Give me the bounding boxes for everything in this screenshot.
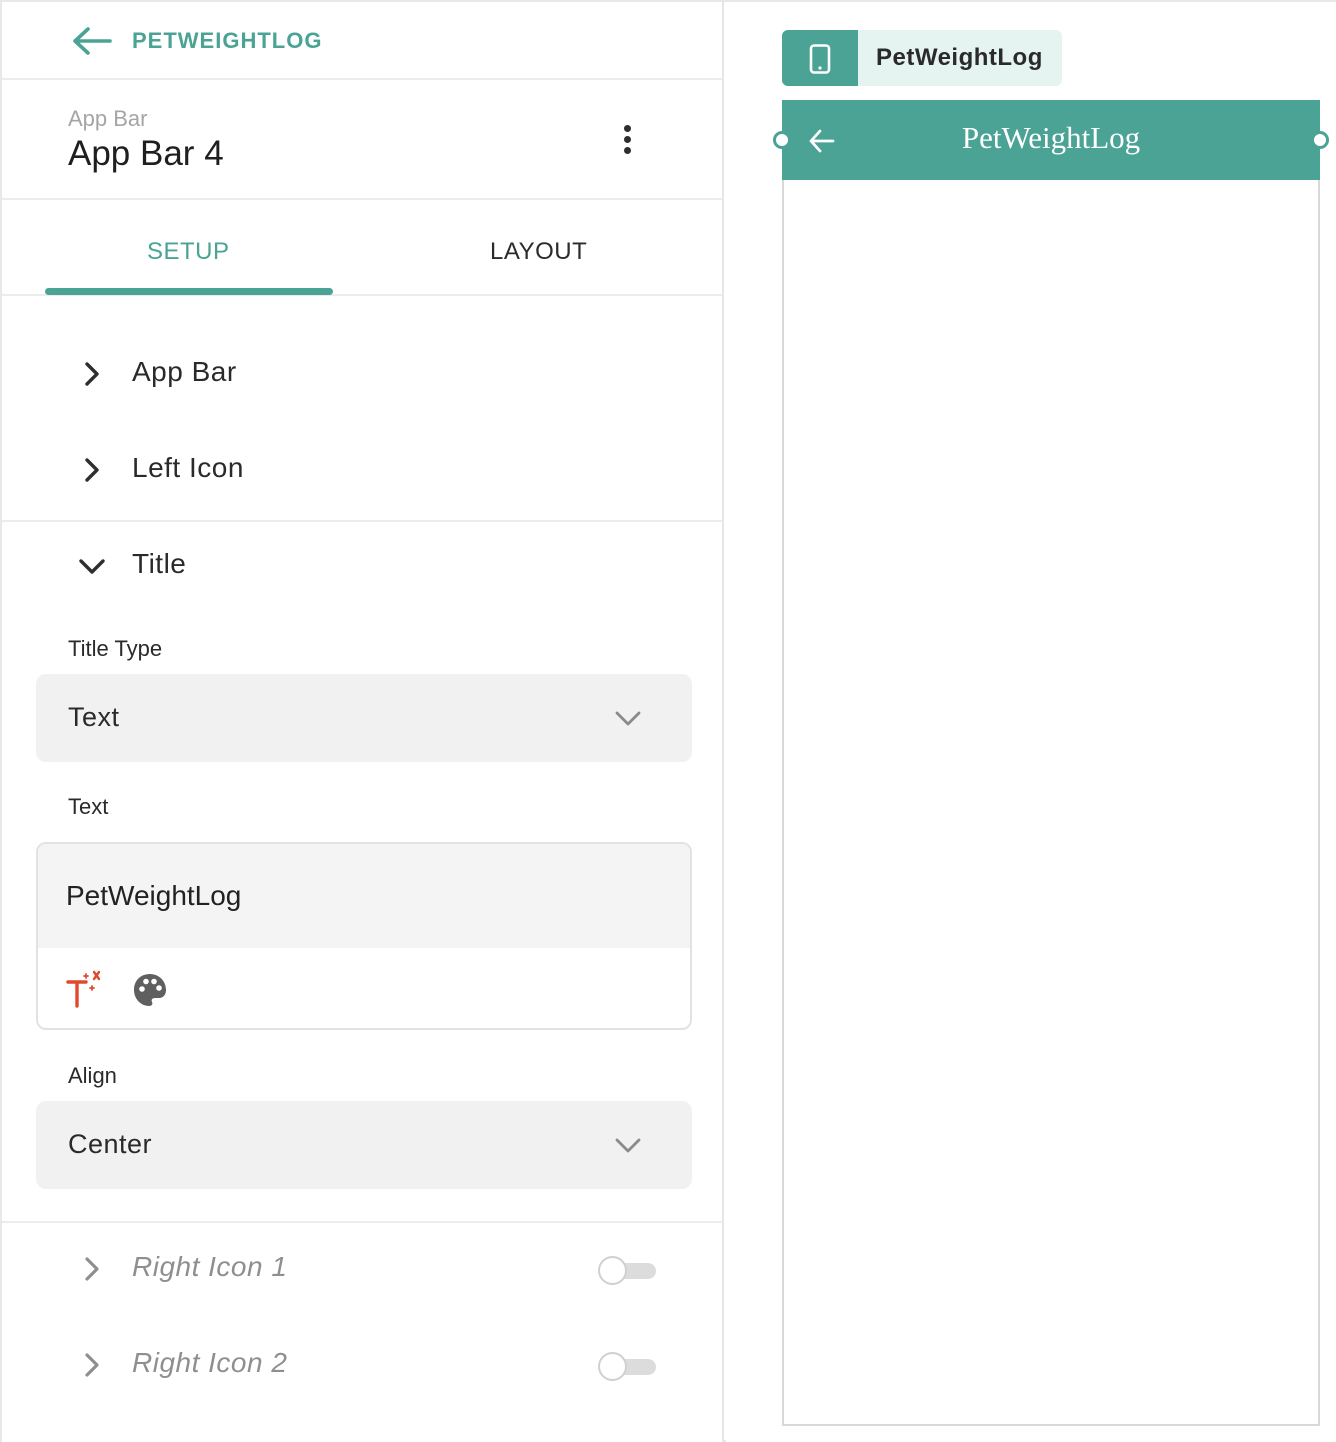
preview-app-bar-title: PetWeightLog: [961, 120, 1141, 155]
widget-name: App Bar 4: [68, 134, 224, 173]
chevron-right-icon: [85, 362, 99, 386]
preview-canvas: PetWeightLog PetWeightLog: [726, 2, 1336, 1442]
section-app-bar[interactable]: App Bar: [2, 334, 722, 420]
section-label: Right Icon 1: [132, 1251, 288, 1282]
title-text-input[interactable]: [38, 844, 690, 948]
section-label: Left Icon: [132, 452, 244, 483]
app-window: PETWEIGHTLOG App Bar App Bar 4 SETUP LAY…: [0, 0, 1336, 1442]
align-select[interactable]: Center: [36, 1101, 692, 1189]
tab-setup[interactable]: SETUP: [147, 238, 230, 266]
page-chip[interactable]: PetWeightLog: [782, 30, 1062, 86]
right-icon-1-toggle[interactable]: [598, 1256, 658, 1286]
section-label: Right Icon 2: [132, 1347, 288, 1378]
section-label: Title: [132, 548, 187, 579]
align-value: Center: [68, 1129, 153, 1159]
divider: [2, 1221, 722, 1223]
back-link-label[interactable]: PETWEIGHTLOG: [132, 28, 322, 54]
active-tab-indicator: [45, 288, 333, 295]
chevron-down-icon: [79, 559, 105, 574]
divider: [2, 520, 722, 522]
right-icon-2-toggle[interactable]: [598, 1352, 658, 1382]
toggle-knob: [598, 1256, 627, 1285]
text-editor: [36, 842, 692, 1030]
section-right-icon-2[interactable]: Right Icon 2: [2, 1325, 722, 1411]
align-label: Align: [68, 1063, 117, 1088]
section-left-icon[interactable]: Left Icon: [2, 430, 722, 516]
widget-header: App Bar App Bar 4: [2, 82, 722, 200]
chevron-right-icon: [85, 1257, 99, 1281]
section-label: App Bar: [132, 356, 237, 387]
phone-icon: [809, 44, 831, 74]
chevron-down-icon: [615, 1138, 641, 1153]
text-field-wrapper: [38, 844, 690, 948]
text-magic-icon[interactable]: [64, 970, 104, 1010]
resize-handle-right[interactable]: [1311, 131, 1329, 149]
resize-handle-left[interactable]: [773, 131, 791, 149]
chevron-down-icon: [615, 711, 641, 726]
more-vert-icon[interactable]: [612, 120, 642, 160]
page-chip-label: PetWeightLog: [876, 44, 1043, 71]
phone-frame: PetWeightLog: [773, 100, 1329, 1426]
section-right-icon-1[interactable]: Right Icon 1: [2, 1229, 722, 1315]
palette-icon[interactable]: [132, 972, 168, 1008]
back-arrow-icon[interactable]: [70, 24, 114, 58]
panel-topbar: PETWEIGHTLOG: [2, 2, 722, 80]
tab-layout[interactable]: LAYOUT: [490, 238, 587, 266]
title-type-label: Title Type: [68, 636, 163, 661]
panel-tabs: SETUP LAYOUT: [2, 202, 722, 296]
title-type-value: Text: [68, 702, 120, 732]
chevron-right-icon: [85, 1353, 99, 1377]
widget-type-label: App Bar: [68, 106, 148, 131]
preview-app-bar[interactable]: PetWeightLog: [773, 100, 1329, 180]
chip-icon-box: [782, 30, 858, 86]
title-type-select[interactable]: Text: [36, 674, 692, 762]
properties-panel: PETWEIGHTLOG App Bar App Bar 4 SETUP LAY…: [2, 2, 724, 1442]
text-label: Text: [68, 794, 109, 819]
chevron-right-icon: [85, 458, 99, 482]
toggle-knob: [598, 1352, 627, 1381]
section-title[interactable]: Title: [2, 526, 722, 612]
